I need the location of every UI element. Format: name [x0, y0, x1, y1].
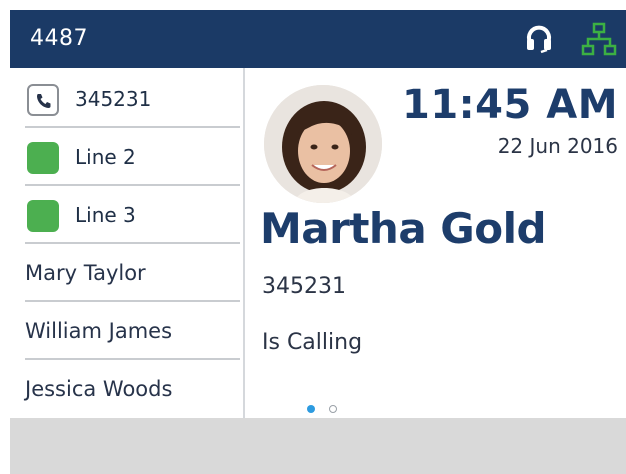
clock-time: 11:45 AM	[401, 82, 618, 128]
softkey-bar	[10, 418, 626, 474]
line-status-indicator	[27, 142, 59, 174]
page-indicator-dot[interactable]	[329, 405, 337, 413]
line-key-line-3[interactable]: Line 3	[25, 186, 240, 244]
line-key-label: Line 3	[75, 203, 136, 227]
contact-william-james[interactable]: William James	[25, 302, 240, 360]
clock-date: 22 Jun 2016	[497, 134, 618, 158]
headset-icon	[522, 22, 556, 60]
phone-icon	[27, 84, 59, 116]
line-key-line-2[interactable]: Line 2	[25, 128, 240, 186]
contact-label: William James	[25, 319, 173, 343]
line-status-indicator	[27, 200, 59, 232]
extension-number: 4487	[30, 26, 88, 51]
caller-name: Martha Gold	[260, 204, 547, 253]
network-icon	[580, 22, 618, 62]
call-status: Is Calling	[262, 330, 363, 355]
incoming-call-panel: 11:45 AM 22 Jun 2016 Martha Gold 345231 …	[245, 68, 626, 418]
contact-label: Mary Taylor	[25, 261, 146, 285]
contact-mary-taylor[interactable]: Mary Taylor	[25, 244, 240, 302]
status-header: 4487	[10, 10, 626, 68]
caller-avatar	[264, 85, 382, 203]
line-key-sidebar: 345231 Line 2 Line 3 Mary Taylor William…	[10, 68, 245, 418]
line-key-345231[interactable]: 345231	[25, 70, 240, 128]
line-key-label: 345231	[75, 87, 152, 111]
contact-jessica-woods[interactable]: Jessica Woods	[25, 360, 240, 418]
line-key-label: Line 2	[75, 145, 136, 169]
caller-number: 345231	[262, 274, 346, 299]
page-indicator-dot-active	[307, 405, 315, 413]
contact-label: Jessica Woods	[25, 377, 173, 401]
